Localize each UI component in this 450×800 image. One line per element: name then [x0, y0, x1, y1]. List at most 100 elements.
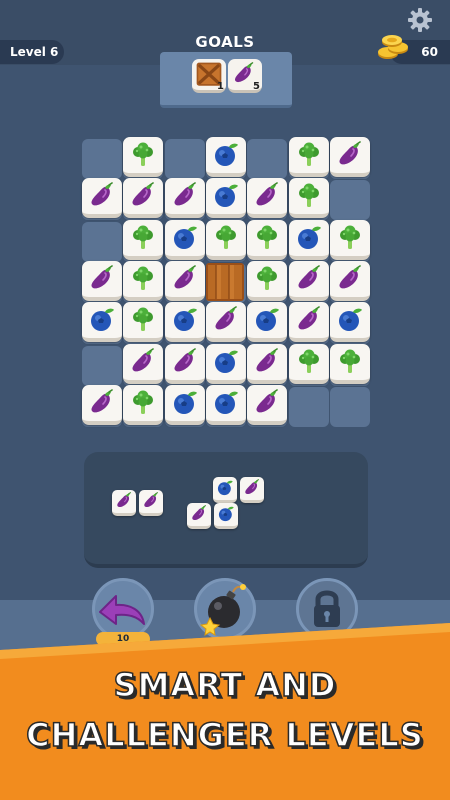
eggplant-tile[interactable]	[82, 385, 122, 425]
blueberry-tile[interactable]	[206, 178, 246, 218]
undo-count-badge: 10	[96, 632, 150, 646]
broccoli-icon	[253, 224, 281, 252]
eggplant-tile[interactable]	[82, 261, 122, 301]
broccoli-tile[interactable]	[247, 220, 287, 260]
eggplant-tile[interactable]	[123, 344, 163, 384]
eggplant-icon	[190, 505, 208, 523]
banner-subheadline: CHALLENGER LEVELS	[25, 715, 424, 755]
blueberry-icon	[212, 348, 240, 376]
eggplant-mini-tile	[240, 477, 264, 503]
broccoli-tile[interactable]	[330, 344, 370, 384]
blueberry-icon	[217, 505, 235, 523]
eggplant-icon	[171, 348, 199, 376]
eggplant-icon	[142, 492, 160, 510]
eggplant-mini-tile	[139, 490, 163, 516]
blueberry-icon	[171, 306, 199, 334]
broccoli-tile[interactable]	[123, 385, 163, 425]
eggplant-icon	[88, 182, 116, 210]
broccoli-icon	[336, 348, 364, 376]
blueberry-tile[interactable]	[165, 220, 205, 260]
eggplant-tile[interactable]	[247, 385, 287, 425]
broccoli-icon	[129, 389, 157, 417]
eggplant-icon	[253, 182, 281, 210]
blueberry-icon	[171, 224, 199, 252]
board-cell	[330, 387, 370, 427]
eggplant-mini-tile	[187, 503, 211, 529]
eggplant-icon	[295, 265, 323, 293]
blueberry-tile[interactable]	[330, 302, 370, 342]
board-cell	[330, 180, 370, 220]
broccoli-tile[interactable]	[289, 344, 329, 384]
blueberry-tile[interactable]	[247, 302, 287, 342]
eggplant-tile[interactable]	[165, 344, 205, 384]
locked-booster-button[interactable]	[296, 578, 358, 640]
broccoli-tile[interactable]	[206, 220, 246, 260]
eggplant-tile[interactable]	[123, 178, 163, 218]
eggplant-tile[interactable]	[247, 178, 287, 218]
blueberry-tile[interactable]	[206, 137, 246, 177]
broccoli-icon	[129, 141, 157, 169]
eggplant-tile[interactable]	[165, 261, 205, 301]
board-cell	[82, 222, 122, 262]
blueberry-tile[interactable]	[289, 220, 329, 260]
eggplant-tile[interactable]	[330, 261, 370, 301]
blueberry-icon	[216, 479, 234, 497]
eggplant-icon	[253, 348, 281, 376]
broccoli-icon	[212, 224, 240, 252]
goal-crate: 1	[192, 59, 226, 93]
broccoli-icon	[253, 265, 281, 293]
broccoli-tile[interactable]	[123, 302, 163, 342]
blueberry-tile[interactable]	[206, 344, 246, 384]
eggplant-icon	[88, 389, 116, 417]
eggplant-tile[interactable]	[330, 137, 370, 177]
blueberry-tile[interactable]	[82, 302, 122, 342]
broccoli-tile[interactable]	[123, 220, 163, 260]
board-cell	[247, 139, 287, 179]
bomb-button[interactable]	[194, 578, 256, 640]
eggplant-icon	[336, 265, 364, 293]
eggplant-icon	[253, 389, 281, 417]
broccoli-icon	[336, 224, 364, 252]
blueberry-tile[interactable]	[206, 385, 246, 425]
eggplant-icon	[336, 141, 364, 169]
broccoli-tile[interactable]	[330, 220, 370, 260]
goals-panel: 1 5	[160, 52, 292, 108]
broccoli-tile[interactable]	[247, 261, 287, 301]
eggplant-icon	[129, 182, 157, 210]
eggplant-tile[interactable]	[82, 178, 122, 218]
blueberry-tile[interactable]	[165, 302, 205, 342]
broccoli-icon	[129, 265, 157, 293]
eggplant-icon	[243, 479, 261, 497]
blueberry-icon	[212, 389, 240, 417]
eggplant-mini-tile	[112, 490, 136, 516]
gear-icon[interactable]	[406, 6, 434, 34]
eggplant-tile[interactable]	[247, 344, 287, 384]
eggplant-icon	[171, 182, 199, 210]
blueberry-icon	[88, 306, 116, 334]
broccoli-tile[interactable]	[123, 261, 163, 301]
eggplant-icon	[129, 348, 157, 376]
bomb-icon	[199, 584, 246, 636]
blueberry-tile[interactable]	[165, 385, 205, 425]
eggplant-tile[interactable]	[206, 302, 246, 342]
blueberry-icon	[253, 306, 281, 334]
coins-icon	[378, 35, 408, 59]
goal-crate-count: 1	[217, 81, 224, 92]
blueberry-mini-tile	[214, 503, 238, 529]
broccoli-icon	[295, 182, 323, 210]
eggplant-icon	[212, 306, 240, 334]
broccoli-tile[interactable]	[123, 137, 163, 177]
eggplant-icon	[115, 492, 133, 510]
crate-blocker[interactable]	[205, 262, 245, 302]
eggplant-tile[interactable]	[289, 261, 329, 301]
lock-icon	[314, 590, 340, 627]
eggplant-tile[interactable]	[165, 178, 205, 218]
undo-button[interactable]	[92, 578, 154, 640]
blueberry-mini-tile	[213, 477, 237, 503]
board-cell	[82, 346, 122, 386]
eggplant-tile[interactable]	[289, 302, 329, 342]
broccoli-tile[interactable]	[289, 178, 329, 218]
board-cell	[165, 139, 205, 179]
banner-headline: SMART AND	[113, 665, 337, 705]
broccoli-tile[interactable]	[289, 137, 329, 177]
